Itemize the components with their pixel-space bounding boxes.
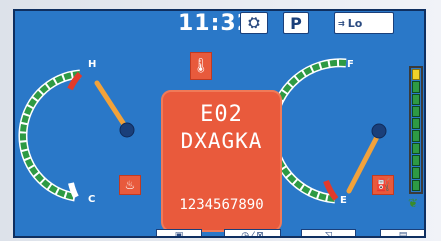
temp-needle [94,80,130,132]
error-message-panel: E02 DXAGKA 1234567890 [161,90,282,232]
error-code: E02 [200,102,243,127]
error-serial: 1234567890 [179,197,264,213]
temp-needle-hub [119,122,135,138]
fuel-empty-label: E [340,195,347,206]
eco-segment [412,155,420,167]
error-text: DXAGKA [180,129,263,153]
wiper-icon: ◹ [325,231,332,238]
monitor-screen: 11:32 ⛭ P ⇉ Lo H C F E ♨ ⛽ 🌡 E02 DXAGKA … [13,9,426,238]
maintenance-tab[interactable]: ◷ ⁄ ⊠ [224,229,281,238]
temp-low-label: C [88,194,96,205]
fuel-needle-hub [371,123,387,139]
eco-segment [412,81,420,93]
leaf-icon: ❦ [408,196,419,210]
hydraulic-oil-icon: 🌡 [190,52,212,80]
wiper-tab[interactable]: ◹ [301,229,356,238]
eco-segment [412,118,420,130]
fuel-pump-icon: ⛽ [372,175,394,195]
eco-segment [412,93,420,105]
camera-icon: ▣ [174,231,184,238]
coolant-temp-icon: ♨ [119,175,141,195]
document-icon: ▤ [398,231,408,238]
eco-segment [412,130,420,142]
temp-high-label: H [88,59,97,70]
menu-tab[interactable]: ▤ [380,229,424,238]
clock-filter-icon: ◷ ⁄ ⊠ [241,231,264,238]
eco-segment [412,142,420,155]
temp-gauge-arc [18,69,83,202]
eco-segment [412,105,420,118]
eco-segment [412,179,420,191]
eco-segment [412,69,420,81]
fuel-full-label: F [347,59,354,70]
camera-tab[interactable]: ▣ [156,229,202,238]
fuel-gauge-arc [267,58,347,204]
eco-segment [412,167,420,179]
eco-gauge-bar [409,66,423,194]
